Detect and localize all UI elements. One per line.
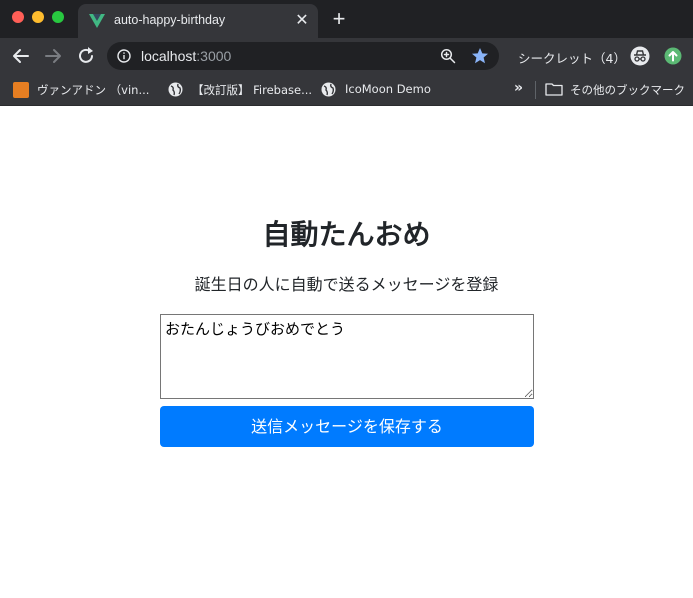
info-icon[interactable]	[117, 49, 131, 63]
site-logo-icon	[13, 82, 29, 98]
bookmark-item[interactable]: ヴァンアドン （vin...	[13, 81, 153, 99]
bookmark-item[interactable]: 【改訂版】 Firebase...	[168, 81, 313, 99]
other-bookmarks-label[interactable]: その他のブックマーク	[570, 82, 685, 98]
page-content: 自動たんおめ 誕生日の人に自動で送るメッセージを登録 送信メッセージを保存する	[0, 107, 693, 598]
bookmark-label: IcoMoon Demo	[345, 82, 431, 96]
update-arrow-icon[interactable]	[664, 47, 682, 65]
folder-icon[interactable]	[545, 82, 563, 96]
maximize-window-button[interactable]	[52, 11, 64, 23]
bookmark-label: 【改訂版】 Firebase...	[192, 83, 313, 97]
bookmarks-separator	[535, 81, 536, 99]
save-message-button[interactable]: 送信メッセージを保存する	[160, 406, 534, 447]
incognito-label[interactable]: シークレット（4）	[518, 48, 626, 67]
reload-icon[interactable]	[76, 46, 96, 66]
globe-icon	[168, 82, 183, 97]
bookmark-label: ヴァンアドン （vin...	[37, 83, 150, 97]
browser-toolbar: localhost:3000 シークレット（4）	[0, 38, 693, 74]
page-title: 自動たんおめ	[262, 218, 431, 251]
url-port: :3000	[196, 48, 232, 64]
address-bar[interactable]: localhost:3000	[107, 42, 499, 70]
bookmark-item[interactable]: IcoMoon Demo	[321, 81, 441, 99]
vue-logo-icon	[89, 14, 105, 28]
bookmarks-bar: ヴァンアドン （vin... 【改訂版】 Firebase... IcoMoon…	[0, 74, 693, 106]
tab-close-icon[interactable]: ✕	[292, 10, 312, 30]
forward-arrow-icon[interactable]	[43, 46, 63, 66]
globe-icon	[321, 82, 336, 97]
bookmark-star-icon[interactable]	[471, 47, 489, 65]
minimize-window-button[interactable]	[32, 11, 44, 23]
tab-title: auto-happy-birthday	[114, 13, 226, 27]
page-subtitle: 誕生日の人に自動で送るメッセージを登録	[194, 275, 499, 294]
browser-tab-active[interactable]: auto-happy-birthday ✕	[78, 4, 318, 38]
window-titlebar: auto-happy-birthday ✕ +	[0, 0, 693, 38]
back-arrow-icon[interactable]	[11, 46, 31, 66]
more-bookmarks-chevron-icon[interactable]: »	[514, 80, 523, 96]
message-textarea[interactable]	[160, 314, 534, 399]
close-window-button[interactable]	[12, 11, 24, 23]
zoom-icon[interactable]	[440, 48, 456, 64]
new-tab-button[interactable]: +	[328, 8, 350, 30]
url-host: localhost	[141, 48, 197, 64]
incognito-icon[interactable]	[630, 46, 650, 66]
url-text: localhost:3000	[141, 48, 231, 64]
